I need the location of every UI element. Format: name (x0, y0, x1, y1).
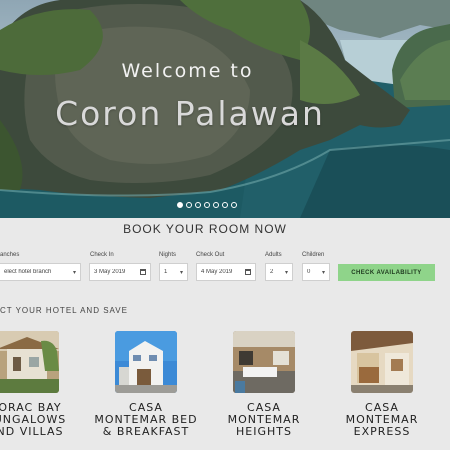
children-label: Children (302, 252, 325, 258)
hotel-name-1[interactable]: ORAC BAY UNGALOWS ND VILLAS (0, 402, 70, 438)
hotel-image-2[interactable] (115, 331, 177, 393)
adults-label: Adults (265, 252, 282, 258)
slider-pagination (177, 202, 237, 208)
adults-select[interactable]: 2 ▾ (265, 263, 293, 281)
check-availability-button[interactable]: CHECK AVAILABILITY (338, 264, 435, 281)
checkin-label: Check In (90, 252, 114, 258)
nights-select[interactable]: 1 ▾ (159, 263, 188, 281)
hotel-photo (0, 331, 59, 393)
caret-down-icon: ▾ (321, 269, 325, 276)
slider-dot-6[interactable] (222, 202, 228, 208)
hotel-photo (115, 331, 177, 393)
hero-welcome-text: Welcome to (121, 60, 254, 82)
hero-slider: Welcome to Coron Palawan (0, 0, 450, 218)
calendar-icon (245, 269, 251, 275)
slider-dot-2[interactable] (186, 202, 192, 208)
slider-dot-3[interactable] (195, 202, 201, 208)
caret-down-icon: ▾ (179, 269, 183, 276)
checkout-date-field[interactable]: 4 May 2019 (196, 263, 256, 281)
branch-select-value: elect hotel branch (4, 269, 52, 275)
caret-down-icon: ▾ (72, 269, 76, 276)
calendar-icon (140, 269, 146, 275)
checkin-date-value: 3 May 2019 (94, 269, 126, 275)
hotel-image-4[interactable] (351, 331, 413, 393)
hotel-name-3[interactable]: CASA MONTEMAR HEIGHTS (224, 402, 304, 438)
hotel-image-3[interactable] (233, 331, 295, 393)
nights-select-value: 1 (164, 269, 168, 275)
children-select[interactable]: 0 ▾ (302, 263, 330, 281)
branch-select[interactable]: elect hotel branch ▾ (0, 263, 81, 281)
checkout-label: Check Out (196, 252, 225, 258)
children-select-value: 0 (307, 269, 311, 275)
checkout-date-value: 4 May 2019 (201, 269, 233, 275)
hotel-name-2[interactable]: CASA MONTEMAR BED & BREAKFAST (91, 402, 201, 438)
hotel-photo (351, 331, 413, 393)
slider-dot-4[interactable] (204, 202, 210, 208)
branches-label: anches (0, 252, 20, 258)
hero-destination-title: Coron Palawan (55, 94, 325, 133)
hotel-photo (233, 331, 295, 393)
slider-dot-7[interactable] (231, 202, 237, 208)
hotel-image-1[interactable] (0, 331, 59, 393)
adults-select-value: 2 (270, 269, 274, 275)
hotel-name-4[interactable]: CASA MONTEMAR EXPRESS (342, 402, 422, 438)
caret-down-icon: ▾ (284, 269, 288, 276)
slider-dot-5[interactable] (213, 202, 219, 208)
checkin-date-field[interactable]: 3 May 2019 (89, 263, 151, 281)
slider-dot-1[interactable] (177, 202, 183, 208)
nights-label: Nights (159, 252, 177, 258)
booking-title: BOOK YOUR ROOM NOW (123, 222, 287, 236)
hotels-section-title: CT YOUR HOTEL AND SAVE (0, 306, 128, 315)
